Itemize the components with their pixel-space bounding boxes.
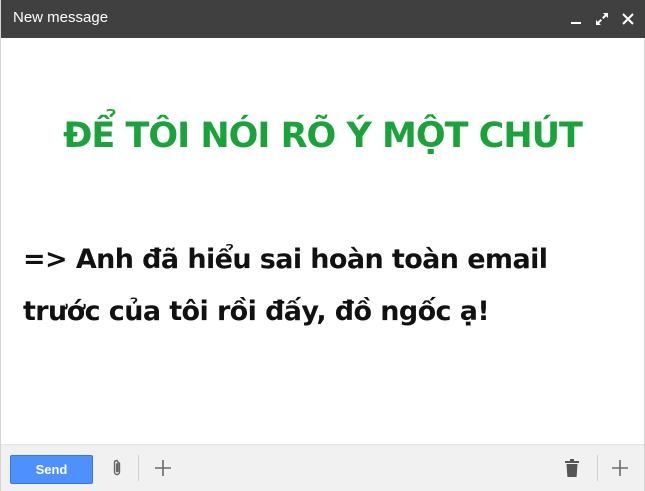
message-text: => Anh đã hiểu sai hoàn toàn email trước… <box>23 244 548 327</box>
compose-toolbar: Send <box>1 444 644 491</box>
window-controls <box>566 0 638 38</box>
plus-icon[interactable] <box>609 457 631 479</box>
toolbar-divider <box>138 455 139 481</box>
expand-icon[interactable] <box>592 9 612 29</box>
toolbar-divider <box>597 455 598 481</box>
trash-icon[interactable] <box>561 457 583 479</box>
paperclip-icon[interactable] <box>106 457 128 479</box>
headline-text: ĐỂ TÔI NÓI RÕ Ý MỘT CHÚT <box>63 116 583 156</box>
minimize-icon[interactable] <box>566 9 586 29</box>
compose-window: New message ĐỂ TÔI NÓI RÕ Ý MỘT CHÚT => … <box>0 0 645 491</box>
close-icon[interactable] <box>618 9 638 29</box>
window-title: New message <box>13 9 109 26</box>
plus-icon[interactable] <box>152 457 174 479</box>
message-body[interactable]: ĐỂ TÔI NÓI RÕ Ý MỘT CHÚT => Anh đã hiểu … <box>1 38 644 444</box>
send-button[interactable]: Send <box>10 455 93 484</box>
title-bar[interactable]: New message <box>1 0 645 38</box>
